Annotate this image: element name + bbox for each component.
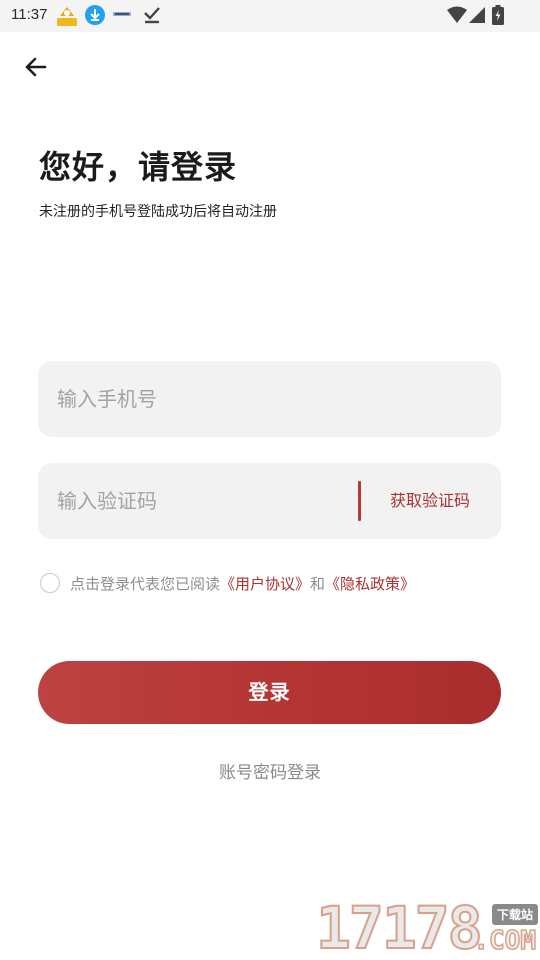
agreement-text: 点击登录代表您已阅读 [70, 574, 221, 593]
watermark-domain: .COM [473, 925, 537, 957]
agreement-conjunction: 和 [310, 574, 326, 593]
watermark-logo: 17178 下载站 .COM [314, 894, 540, 960]
news-icon [113, 12, 131, 16]
signal-icon [469, 7, 485, 23]
app-badge-icon [57, 7, 77, 26]
agreement-row: 点击登录代表您已阅读 《用户协议》 和 《隐私政策》 [40, 572, 415, 594]
code-divider [358, 481, 361, 521]
phone-field [38, 361, 501, 437]
page-title: 您好，请登录 [39, 148, 238, 186]
status-bar: 11:37 [0, 0, 540, 32]
agreement-checkbox[interactable] [40, 573, 60, 593]
check-icon [144, 7, 160, 24]
verification-code-field: 获取验证码 [38, 463, 501, 539]
status-time: 11:37 [11, 6, 48, 23]
download-icon [85, 5, 105, 25]
get-code-button[interactable]: 获取验证码 [390, 463, 470, 539]
account-password-login-link[interactable]: 账号密码登录 [0, 758, 540, 783]
back-button[interactable] [20, 51, 52, 83]
watermark-number: 17178 [315, 894, 484, 960]
wifi-icon [447, 6, 467, 23]
login-screen: 11:37 您好，请登录 未注册的手机号登陆成功后将自动注册 输入手机号 输入验… [0, 0, 540, 960]
verification-code-input[interactable] [57, 463, 347, 539]
privacy-policy-link[interactable]: 《隐私政策》 [325, 573, 415, 594]
phone-input[interactable] [57, 361, 477, 437]
user-agreement-link[interactable]: 《用户协议》 [220, 573, 310, 594]
watermark-tag: 下载站 [491, 904, 538, 925]
page-subtitle: 未注册的手机号登陆成功后将自动注册 [39, 204, 277, 220]
login-button[interactable]: 登录 [38, 661, 501, 724]
battery-icon [492, 5, 504, 25]
arrow-left-icon [25, 57, 47, 77]
